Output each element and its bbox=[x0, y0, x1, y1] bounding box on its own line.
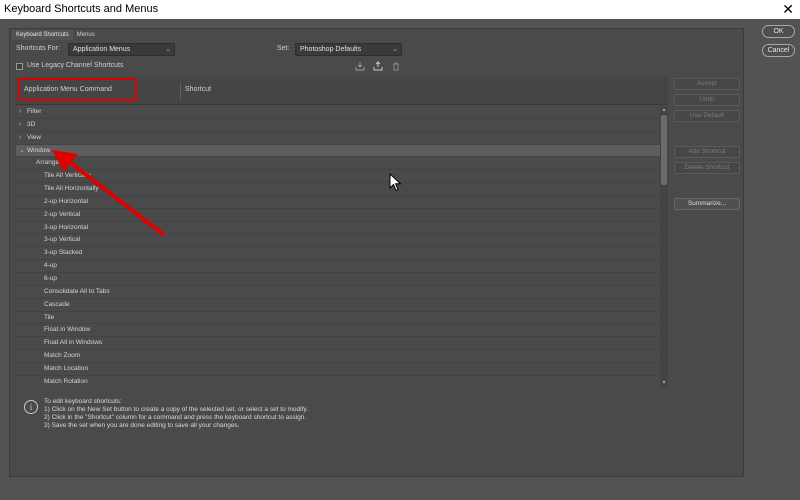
highlight-annotation-box bbox=[18, 78, 137, 101]
row-label: Arrange: bbox=[36, 159, 61, 167]
row-label: Match Zoom bbox=[44, 352, 81, 360]
row-label: 3-up Vertical bbox=[44, 236, 81, 244]
table-row[interactable]: Tile bbox=[16, 312, 660, 325]
help-line: 2) Click in the "Shortcut" column for a … bbox=[44, 414, 307, 421]
set-label: Set: bbox=[277, 45, 290, 52]
row-label: 4-up bbox=[44, 262, 58, 270]
command-list: › Filter › 3D › View ⌄ Window Arrange: Tile All V… bbox=[16, 106, 660, 387]
row-label: Tile bbox=[44, 313, 55, 321]
info-icon: i bbox=[24, 400, 38, 414]
row-label: Float in Window bbox=[44, 326, 91, 334]
table-row[interactable]: Float in Window bbox=[16, 324, 660, 338]
legacy-channel-checkbox[interactable] bbox=[16, 63, 23, 70]
table-row[interactable]: 2-up Horizontal bbox=[16, 196, 660, 209]
title-bar: Keyboard Shortcuts and Menus ✕ bbox=[0, 0, 800, 19]
row-label: Tile All Horizontally bbox=[44, 185, 99, 193]
row-label: 2-up Vertical bbox=[44, 210, 81, 218]
table-row[interactable]: Cascade bbox=[16, 299, 660, 312]
table-row[interactable]: › Filter bbox=[16, 106, 660, 119]
shortcuts-for-label: Shortcuts For: bbox=[16, 45, 60, 52]
close-icon[interactable]: ✕ bbox=[782, 1, 794, 17]
table-row[interactable]: › 3D bbox=[16, 119, 660, 132]
set-value: Photoshop Defaults bbox=[300, 46, 362, 53]
ok-button[interactable]: OK bbox=[762, 25, 795, 38]
use-default-button[interactable]: Use Default bbox=[674, 110, 740, 122]
row-label: 3D bbox=[27, 120, 36, 128]
chevron-right-icon[interactable]: › bbox=[19, 106, 21, 118]
scrollbar[interactable]: ▴ ▾ bbox=[660, 106, 668, 387]
table-row[interactable]: 6-up bbox=[16, 273, 660, 286]
help-line: 1) Click on the New Set button to create… bbox=[44, 406, 308, 413]
table-row[interactable]: Tile All Horizontally bbox=[16, 183, 660, 196]
row-label: Match Rotation bbox=[44, 377, 88, 385]
chevron-down-icon[interactable]: ⌄ bbox=[19, 145, 25, 157]
row-label: View bbox=[27, 133, 41, 141]
mouse-cursor-icon bbox=[389, 173, 402, 192]
tab-bar: Keyboard Shortcuts Menus bbox=[12, 30, 99, 40]
chevron-right-icon[interactable]: › bbox=[19, 119, 21, 131]
table-row[interactable]: Match Rotation bbox=[16, 376, 660, 387]
cancel-button[interactable]: Cancel bbox=[762, 44, 795, 57]
accept-button[interactable]: Accept bbox=[674, 78, 740, 90]
row-label: Cascade bbox=[44, 300, 70, 308]
column-divider bbox=[180, 82, 181, 100]
table-row[interactable]: 4-up bbox=[16, 260, 660, 273]
column-header-shortcut[interactable]: Shortcut bbox=[185, 86, 211, 93]
legacy-channel-label: Use Legacy Channel Shortcuts bbox=[27, 62, 124, 69]
table-row[interactable]: 3-up Vertical bbox=[16, 234, 660, 248]
table-row[interactable]: › View bbox=[16, 132, 660, 145]
table-row[interactable]: 3-up Horizontal bbox=[16, 222, 660, 235]
shortcuts-for-select[interactable]: Application Menus ⌄ bbox=[68, 43, 175, 56]
scroll-up-icon[interactable]: ▴ bbox=[660, 106, 668, 114]
shortcuts-for-value: Application Menus bbox=[73, 46, 131, 53]
table-row[interactable]: Arrange: bbox=[16, 157, 660, 171]
scroll-thumb[interactable] bbox=[661, 115, 667, 185]
chevron-right-icon[interactable]: › bbox=[19, 132, 21, 144]
row-label: Match Location bbox=[44, 364, 89, 372]
trash-icon[interactable] bbox=[391, 61, 401, 72]
window-title: Keyboard Shortcuts and Menus bbox=[4, 3, 159, 15]
tab-keyboard-shortcuts[interactable]: Keyboard Shortcuts bbox=[12, 30, 73, 40]
row-label: Tile All Vertically bbox=[44, 172, 91, 180]
scroll-down-icon[interactable]: ▾ bbox=[660, 379, 668, 387]
row-label: Filter bbox=[27, 108, 42, 115]
help-line: 3) Save the set when you are done editin… bbox=[44, 422, 240, 429]
row-label: 6-up bbox=[44, 274, 58, 282]
summarize-button[interactable]: Summarize... bbox=[674, 198, 740, 210]
table-row[interactable]: 3-up Stacked bbox=[16, 247, 660, 261]
table-row[interactable]: 2-up Vertical bbox=[16, 209, 660, 222]
table-row[interactable]: Consolidate All to Tabs bbox=[16, 286, 660, 299]
row-label: Float All in Windows bbox=[44, 339, 103, 347]
set-select[interactable]: Photoshop Defaults ⌄ bbox=[295, 43, 402, 56]
row-label: Window bbox=[27, 146, 51, 154]
add-shortcut-button[interactable]: Add Shortcut bbox=[674, 146, 740, 158]
row-label: Consolidate All to Tabs bbox=[44, 287, 110, 295]
row-label: 3-up Stacked bbox=[44, 249, 83, 257]
table-row[interactable]: Match Zoom bbox=[16, 350, 660, 363]
table-row[interactable]: ⌄ Window bbox=[16, 144, 660, 158]
table-row[interactable]: Float All in Windows bbox=[16, 337, 660, 351]
chevron-down-icon: ⌄ bbox=[392, 46, 398, 53]
row-label: 3-up Horizontal bbox=[44, 223, 89, 231]
chevron-down-icon: ⌄ bbox=[165, 46, 171, 53]
table-row[interactable]: Tile All Vertically bbox=[16, 170, 660, 184]
save-set-icon[interactable] bbox=[355, 61, 365, 72]
undo-button[interactable]: Undo bbox=[674, 94, 740, 106]
row-label: 2-up Horizontal bbox=[44, 197, 89, 205]
help-line: To edit keyboard shortcuts: bbox=[44, 398, 122, 405]
new-set-icon[interactable] bbox=[373, 61, 383, 72]
delete-shortcut-button[interactable]: Delete Shortcut bbox=[674, 162, 740, 174]
table-row[interactable]: Match Location bbox=[16, 363, 660, 376]
tab-menus[interactable]: Menus bbox=[73, 30, 99, 40]
